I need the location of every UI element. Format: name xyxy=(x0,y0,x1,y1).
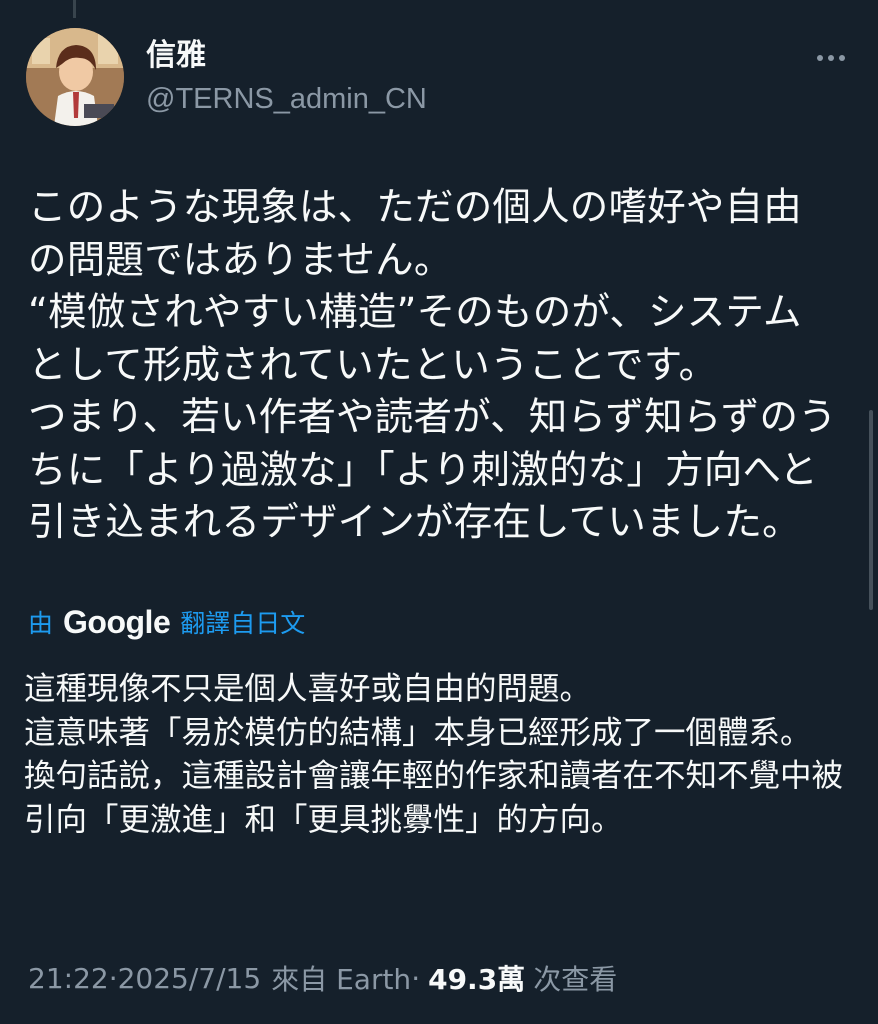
translation-attribution[interactable]: 由 Google 翻譯自日文 xyxy=(28,600,305,644)
post-source: 來自 Earth xyxy=(271,963,412,996)
view-count[interactable]: 49.3萬 xyxy=(428,958,525,998)
post-time[interactable]: 21:22 xyxy=(28,962,109,995)
translation-source-language: 翻譯自日文 xyxy=(180,609,306,638)
meta-separator: · xyxy=(108,961,118,995)
more-horizontal-icon-dot xyxy=(828,55,834,61)
author-handle[interactable]: @TERNS_admin_CN xyxy=(146,80,427,118)
author-display-name[interactable]: 信雅 xyxy=(146,36,206,76)
more-horizontal-icon xyxy=(817,55,823,61)
more-options-button[interactable] xyxy=(808,40,854,76)
post-date[interactable]: 2025/7/15 xyxy=(118,962,262,995)
google-logo: Google xyxy=(63,603,171,640)
translation-prefix: 由 xyxy=(28,609,54,638)
post-metadata: 21:22 · 2025/7/15 來自 Earth · 49.3萬 次查看 xyxy=(28,958,617,998)
scrollbar[interactable] xyxy=(869,410,873,610)
translated-post-text: 這種現像不只是個人喜好或自由的問題。 這意味著「易於模仿的結構」本身已經形成了一… xyxy=(24,671,844,838)
thread-connector-line xyxy=(73,0,76,18)
meta-separator: · xyxy=(411,961,421,995)
more-horizontal-icon-dot xyxy=(839,55,845,61)
avatar-illustration xyxy=(26,28,124,126)
avatar[interactable] xyxy=(26,28,124,126)
view-count-label: 次查看 xyxy=(533,963,618,996)
post-text: このような現象は、ただの個人の嗜好や自由の問題ではありません。 “模倣されやすい… xyxy=(28,185,837,545)
